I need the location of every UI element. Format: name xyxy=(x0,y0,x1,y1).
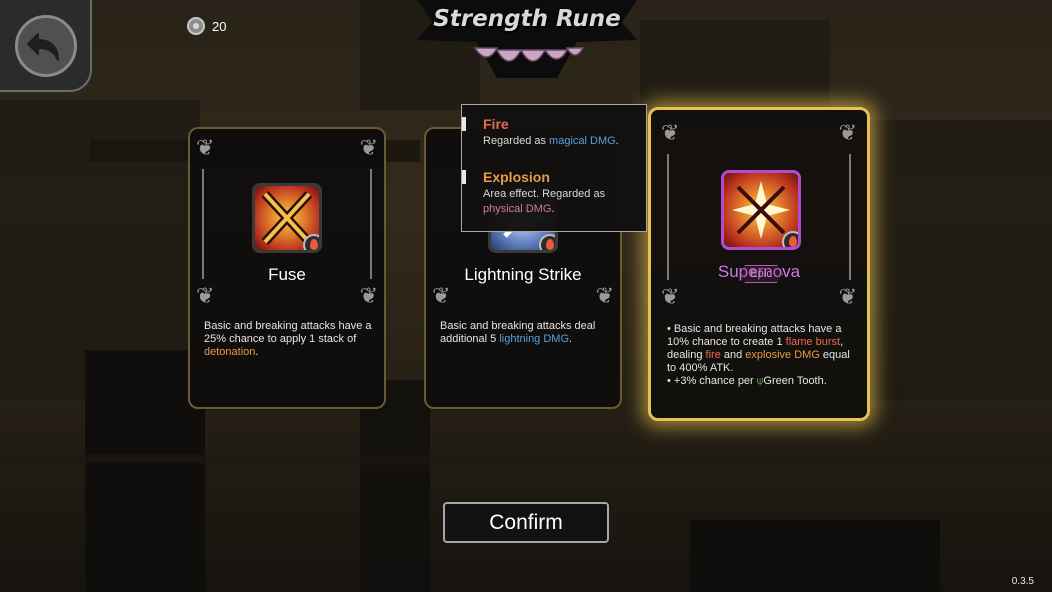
corner-ornament-icon: ❦ xyxy=(359,283,378,308)
fire-element-icon xyxy=(539,234,555,250)
rarity-badge: Epic xyxy=(739,265,783,283)
card-name: Fuse xyxy=(268,265,306,284)
card-description: • Basic and breaking attacks have a 10% … xyxy=(667,323,850,387)
divider xyxy=(202,169,204,279)
page-title: Strength Rune xyxy=(433,6,621,32)
divider xyxy=(370,169,372,279)
back-arrow-icon xyxy=(15,15,77,77)
tooltip-explosion-title: Explosion xyxy=(483,169,550,185)
version-label: 0.3.5 xyxy=(1011,576,1034,587)
keyword-lightning-dmg: lightning DMG xyxy=(499,333,570,345)
rune-card-fuse[interactable]: ❦ ❦ ❦ ❦ Fuse Basic and breaking attacks … xyxy=(188,127,386,409)
keyword-tooltip: Fire Regarded as magical DMG. Explosion … xyxy=(461,104,647,232)
fuse-rune-icon xyxy=(252,183,322,253)
tooltip-marker xyxy=(462,117,466,131)
keyword-detonation: detonation xyxy=(204,346,256,358)
currency-count: 20 xyxy=(212,18,227,34)
corner-ornament-icon: ❦ xyxy=(196,283,215,308)
corner-ornament-icon: ❦ xyxy=(595,283,614,308)
coin-icon xyxy=(187,17,205,35)
currency-display: 20 xyxy=(187,17,226,35)
corner-ornament-icon: ❦ xyxy=(661,284,680,309)
supernova-rune-icon xyxy=(721,170,801,250)
tooltip-fire-title: Fire xyxy=(483,116,509,132)
fire-element-icon xyxy=(782,231,798,247)
keyword-explosive-dmg: explosive DMG xyxy=(745,349,820,361)
tooltip-explosion-text: Area effect. Regarded as physical DMG. xyxy=(483,188,606,215)
back-button[interactable] xyxy=(0,0,92,92)
card-description: Basic and breaking attacks deal addition… xyxy=(440,320,596,345)
confirm-button[interactable]: Confirm xyxy=(443,502,609,543)
tooltip-marker xyxy=(462,170,466,184)
card-name: Lightning Strike xyxy=(464,265,582,284)
corner-ornament-icon: ❦ xyxy=(838,284,857,309)
corner-ornament-icon: ❦ xyxy=(432,283,451,308)
corner-ornament-icon: ❦ xyxy=(359,135,378,160)
rune-card-supernova[interactable]: ❦ ❦ ❦ ❦ Supernova Epic • Basic and break… xyxy=(648,107,870,421)
keyword-fire: fire xyxy=(705,349,721,361)
card-description: Basic and breaking attacks have a 25% ch… xyxy=(204,320,372,358)
keyword-flame-burst: flame burst xyxy=(785,336,841,348)
corner-ornament-icon: ❦ xyxy=(838,120,857,145)
fire-element-icon xyxy=(303,234,319,250)
title-banner: Strength Rune xyxy=(417,0,637,78)
corner-ornament-icon: ❦ xyxy=(661,120,680,145)
corner-ornament-icon: ❦ xyxy=(196,135,215,160)
tooltip-fire-text: Regarded as magical DMG. xyxy=(483,135,619,147)
